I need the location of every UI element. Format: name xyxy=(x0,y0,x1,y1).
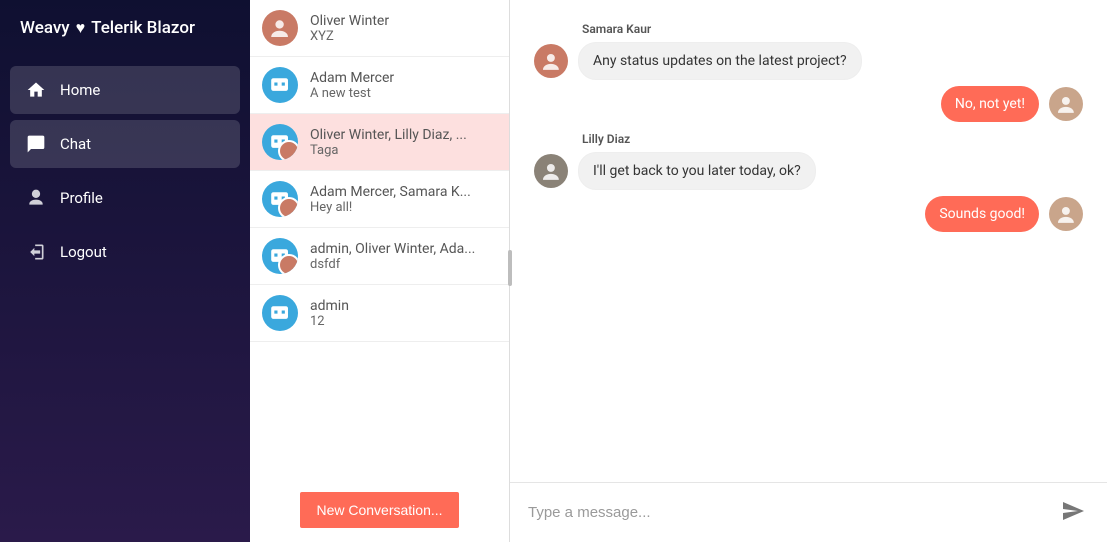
heart-icon: ♥ xyxy=(76,18,86,38)
avatar xyxy=(262,124,298,160)
message-incoming: I'll get back to you later today, ok? xyxy=(534,152,1083,190)
nav-profile-label: Profile xyxy=(60,189,103,207)
logout-icon xyxy=(26,242,46,262)
conversation-subtitle: A new test xyxy=(310,86,394,101)
sidebar: Weavy ♥ Telerik Blazor Home Chat xyxy=(0,0,250,542)
message-bubble: I'll get back to you later today, ok? xyxy=(578,152,816,190)
avatar xyxy=(262,181,298,217)
nav-profile[interactable]: Profile xyxy=(10,174,240,222)
conversation-title: admin, Oliver Winter, Ada... xyxy=(310,241,475,257)
chat-panel: Samara Kaur Any status updates on the lat… xyxy=(510,0,1107,542)
avatar xyxy=(262,238,298,274)
conversation-item[interactable]: Oliver WinterXYZ xyxy=(250,0,509,57)
home-icon xyxy=(26,80,46,100)
conversation-subtitle: Hey all! xyxy=(310,200,471,215)
conversation-subtitle: XYZ xyxy=(310,29,389,44)
message-author: Samara Kaur xyxy=(582,22,1083,36)
nav-home[interactable]: Home xyxy=(10,66,240,114)
conversation-subtitle: 12 xyxy=(310,314,349,329)
message-incoming: Any status updates on the latest project… xyxy=(534,42,1083,80)
message-bubble: Sounds good! xyxy=(925,196,1039,232)
nav-chat-label: Chat xyxy=(60,135,91,153)
message-input[interactable] xyxy=(528,504,1045,521)
conversation-title: admin xyxy=(310,298,349,314)
message-bubble: Any status updates on the latest project… xyxy=(578,42,862,80)
conversation-item[interactable]: admin, Oliver Winter, Ada...dsfdf xyxy=(250,228,509,285)
conversation-list[interactable]: Oliver WinterXYZAdam MercerA new testOli… xyxy=(250,0,509,478)
send-icon xyxy=(1061,511,1085,526)
nav-logout[interactable]: Logout xyxy=(10,228,240,276)
conversation-panel: Oliver WinterXYZAdam MercerA new testOli… xyxy=(250,0,510,542)
conversation-subtitle: dsfdf xyxy=(310,257,475,272)
avatar xyxy=(262,67,298,103)
nav: Home Chat Profile Logout xyxy=(0,56,250,286)
message-outgoing: No, not yet! xyxy=(534,86,1083,122)
nav-home-label: Home xyxy=(60,81,100,99)
conversation-item[interactable]: Oliver Winter, Lilly Diaz, ...Taga xyxy=(250,114,509,171)
conversation-item[interactable]: Adam Mercer, Samara K...Hey all! xyxy=(250,171,509,228)
send-button[interactable] xyxy=(1057,495,1089,530)
new-conversation-button[interactable]: New Conversation... xyxy=(300,492,458,528)
conversation-title: Oliver Winter, Lilly Diaz, ... xyxy=(310,127,467,143)
resize-handle[interactable] xyxy=(508,250,512,286)
profile-icon xyxy=(26,188,46,208)
conversation-title: Oliver Winter xyxy=(310,13,389,29)
avatar xyxy=(262,10,298,46)
conversation-title: Adam Mercer xyxy=(310,70,394,86)
brand-left: Weavy xyxy=(20,18,70,38)
conversation-subtitle: Taga xyxy=(310,143,467,158)
avatar xyxy=(1049,87,1083,121)
nav-logout-label: Logout xyxy=(60,243,107,261)
brand-right: Telerik Blazor xyxy=(91,18,195,38)
conversation-title: Adam Mercer, Samara K... xyxy=(310,184,471,200)
avatar xyxy=(534,154,568,188)
nav-chat[interactable]: Chat xyxy=(10,120,240,168)
chat-icon xyxy=(26,134,46,154)
message-author: Lilly Diaz xyxy=(582,132,1083,146)
conversation-item[interactable]: admin12 xyxy=(250,285,509,342)
message-bubble: No, not yet! xyxy=(941,86,1039,122)
composer xyxy=(510,482,1107,542)
avatar xyxy=(1049,197,1083,231)
messages-area[interactable]: Samara Kaur Any status updates on the lat… xyxy=(510,0,1107,482)
avatar xyxy=(534,44,568,78)
conversation-item[interactable]: Adam MercerA new test xyxy=(250,57,509,114)
message-outgoing: Sounds good! xyxy=(534,196,1083,232)
brand: Weavy ♥ Telerik Blazor xyxy=(0,0,250,56)
new-conversation-wrap: New Conversation... xyxy=(250,478,509,542)
avatar xyxy=(262,295,298,331)
